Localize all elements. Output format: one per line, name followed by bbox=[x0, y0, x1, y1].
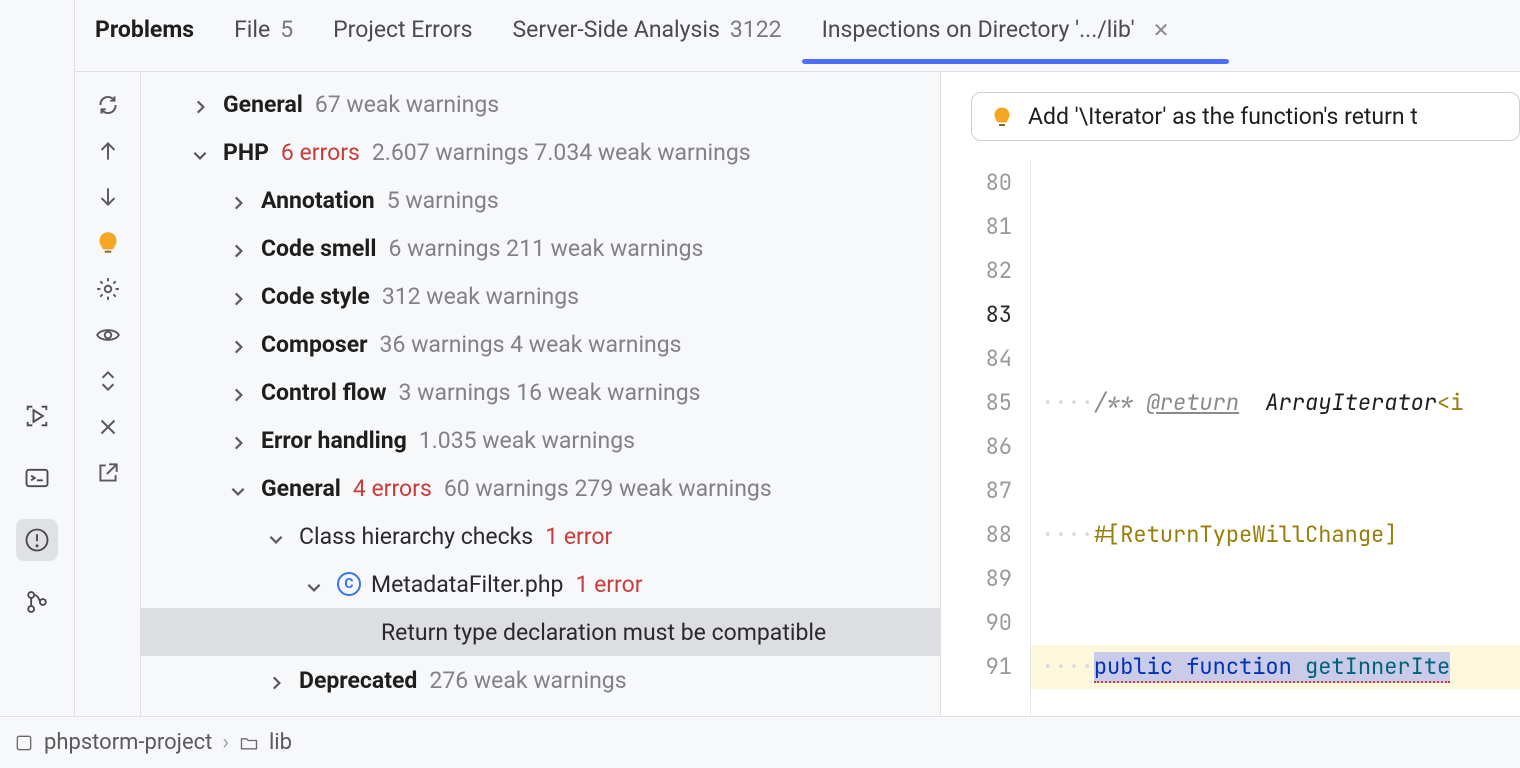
tab-file[interactable]: File 5 bbox=[234, 16, 293, 63]
folder-icon bbox=[239, 733, 259, 753]
chevron-right-icon bbox=[267, 671, 285, 689]
code-line-current: ····public function getInnerIte bbox=[1031, 645, 1520, 689]
tab-problems[interactable]: Problems bbox=[95, 16, 194, 63]
chevron-right-icon bbox=[229, 287, 247, 305]
chevron-down-icon bbox=[229, 479, 247, 497]
quickfix-label: Add '\Iterator' as the function's return… bbox=[1028, 103, 1418, 130]
tree-node-codesmell[interactable]: Code smell 6 warnings 211 weak warnings bbox=[141, 224, 940, 272]
left-tool-rail bbox=[0, 0, 75, 716]
chevron-right-icon bbox=[191, 95, 209, 113]
tab-server-analysis[interactable]: Server-Side Analysis 3122 bbox=[513, 16, 782, 63]
chevron-right-icon bbox=[229, 191, 247, 209]
refresh-icon[interactable] bbox=[87, 84, 129, 126]
tab-count: 5 bbox=[280, 16, 293, 43]
code-line bbox=[1031, 249, 1520, 293]
code-lines[interactable]: ····/** @return ArrayIterator<i ····#[Re… bbox=[1031, 161, 1520, 716]
settings-gear-icon[interactable] bbox=[87, 268, 129, 310]
inspection-tree: General 67 weak warnings PHP 6 errors 2.… bbox=[141, 72, 941, 716]
tab-project-errors[interactable]: Project Errors bbox=[333, 16, 472, 63]
tree-node-general[interactable]: General 67 weak warnings bbox=[141, 80, 940, 128]
tree-node-issue[interactable]: Return type declaration must be compatib… bbox=[141, 608, 940, 656]
tab-count: 3122 bbox=[730, 16, 782, 43]
problems-tabs: Problems File 5 Project Errors Server-Sid… bbox=[75, 0, 1520, 72]
tab-label: Project Errors bbox=[333, 16, 472, 43]
tree-node-composer[interactable]: Composer 36 warnings 4 weak warnings bbox=[141, 320, 940, 368]
tab-label: Inspections on Directory '.../lib' bbox=[822, 16, 1135, 43]
close-icon[interactable]: ✕ bbox=[1153, 18, 1170, 42]
run-icon[interactable] bbox=[16, 395, 58, 437]
chevron-right-icon bbox=[229, 383, 247, 401]
php-class-icon: C bbox=[337, 572, 361, 596]
prev-icon[interactable] bbox=[87, 130, 129, 172]
tree-node-controlflow[interactable]: Control flow 3 warnings 16 weak warnings bbox=[141, 368, 940, 416]
inspection-toolbar bbox=[75, 72, 141, 716]
code-line: ····#[ReturnTypeWillChange] bbox=[1031, 513, 1520, 557]
quickfix-button[interactable]: Add '\Iterator' as the function's return… bbox=[971, 92, 1520, 141]
code-line: ····/** @return ArrayIterator<i bbox=[1031, 381, 1520, 425]
preview-eye-icon[interactable] bbox=[87, 314, 129, 356]
bulb-icon bbox=[990, 105, 1014, 129]
tree-node-codestyle[interactable]: Code style 312 weak warnings bbox=[141, 272, 940, 320]
line-gutter: 80 81 82 83 84 85 86 87 88 89 90 91 bbox=[941, 161, 1031, 716]
chevron-right-icon bbox=[229, 335, 247, 353]
tab-label: Server-Side Analysis bbox=[513, 16, 720, 43]
problems-icon[interactable] bbox=[16, 519, 58, 561]
open-external-icon[interactable] bbox=[87, 452, 129, 494]
next-icon[interactable] bbox=[87, 176, 129, 218]
project-icon bbox=[14, 733, 34, 753]
chevron-right-icon: › bbox=[222, 730, 229, 755]
tab-label: Problems bbox=[95, 16, 194, 43]
breadcrumb: phpstorm-project › lib bbox=[0, 716, 1520, 768]
tree-node-errorhandling[interactable]: Error handling 1.035 weak warnings bbox=[141, 416, 940, 464]
chevron-down-icon bbox=[191, 143, 209, 161]
tree-node-classhier[interactable]: Class hierarchy checks 1 error bbox=[141, 512, 940, 560]
expand-collapse-icon[interactable] bbox=[87, 360, 129, 402]
tab-inspections[interactable]: Inspections on Directory '.../lib' ✕ bbox=[822, 16, 1170, 63]
code-preview: Add '\Iterator' as the function's return… bbox=[941, 72, 1520, 716]
vcs-icon[interactable] bbox=[16, 581, 58, 623]
breadcrumb-item[interactable]: lib bbox=[269, 730, 292, 755]
tree-node-general2[interactable]: General 4 errors 60 warnings 279 weak wa… bbox=[141, 464, 940, 512]
chevron-down-icon bbox=[305, 575, 323, 593]
tree-node-php[interactable]: PHP 6 errors 2.607 warnings 7.034 weak w… bbox=[141, 128, 940, 176]
close-panel-icon[interactable] bbox=[87, 406, 129, 448]
chevron-right-icon bbox=[229, 239, 247, 257]
chevron-right-icon bbox=[229, 431, 247, 449]
terminal-icon[interactable] bbox=[16, 457, 58, 499]
tree-node-annotation[interactable]: Annotation 5 warnings bbox=[141, 176, 940, 224]
tree-node-file[interactable]: C MetadataFilter.php 1 error bbox=[141, 560, 940, 608]
intention-bulb-icon[interactable] bbox=[87, 222, 129, 264]
tab-label: File bbox=[234, 16, 270, 43]
tree-node-deprecated[interactable]: Deprecated 276 weak warnings bbox=[141, 656, 940, 704]
breadcrumb-item[interactable]: phpstorm-project bbox=[44, 730, 212, 755]
chevron-down-icon bbox=[267, 527, 285, 545]
